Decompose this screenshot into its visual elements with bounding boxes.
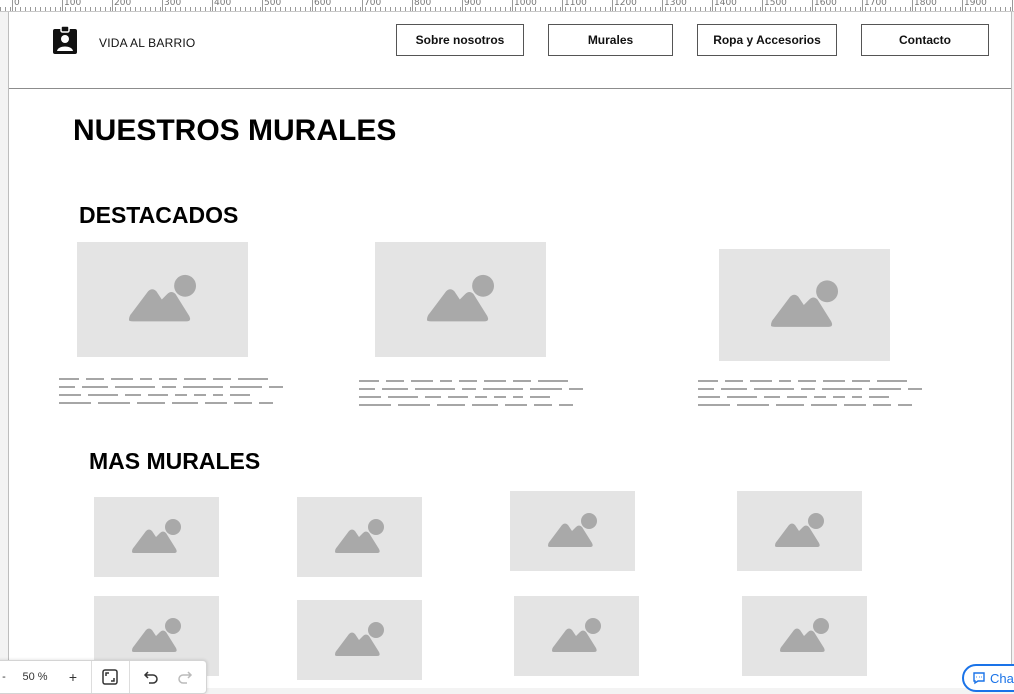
ruler-label: 200 [114,0,132,8]
redo-icon[interactable] [175,665,195,689]
ruler-label: 900 [464,0,482,8]
mural-image[interactable] [510,491,635,571]
ruler-tick [1012,0,1013,11]
image-placeholder-icon [775,513,824,547]
ruler-tick [112,0,113,11]
nav-sobre-nosotros-button[interactable]: Sobre nosotros [396,24,524,56]
canvas-page: VIDA AL BARRIO Sobre nosotros Murales Ro… [8,12,1012,688]
undo-icon[interactable] [141,665,161,689]
ruler-label: 1900 [964,0,987,8]
ruler-label: 600 [314,0,332,8]
image-placeholder-icon [132,519,181,553]
nav-ropa-accesorios-button[interactable]: Ropa y Accesorios [697,24,837,56]
ruler-label: 700 [364,0,382,8]
featured-heading: DESTACADOS [79,202,239,228]
ruler-tick [12,0,13,11]
ruler-label: 0 [14,0,20,8]
ruler-label: 1100 [564,0,587,8]
image-placeholder-icon [335,519,384,553]
more-murals-heading: MAS MURALES [89,448,261,474]
mural-image[interactable] [297,497,422,577]
ruler-label: 1000 [514,0,537,8]
ruler-label: 300 [164,0,182,8]
ruler-label: 100 [64,0,82,8]
fit-screen-icon[interactable] [99,665,121,689]
chat-bubble-icon [973,672,985,685]
ruler-tick [762,0,763,11]
image-placeholder-icon [770,280,839,327]
brand-name[interactable]: VIDA AL BARRIO [99,36,195,50]
ruler-tick [162,0,163,11]
ruler-tick [662,0,663,11]
ruler-label: 1600 [814,0,837,8]
caption-text-placeholder [359,380,596,410]
mural-image[interactable] [297,600,422,680]
page-title: NUESTROS MURALES [73,114,397,147]
image-placeholder-icon [128,274,197,322]
ruler-tick [712,0,713,11]
ruler-tick [612,0,613,11]
caption-text-placeholder [698,380,935,410]
ruler-tick [462,0,463,11]
caption-text-placeholder [59,378,296,408]
ruler-tick [812,0,813,11]
image-placeholder-icon [780,618,829,652]
ruler-label: 1800 [914,0,937,8]
ruler-tick [962,0,963,11]
mural-image[interactable] [737,491,862,571]
nav-contacto-button[interactable]: Contacto [861,24,989,56]
zoom-out-button[interactable]: - [0,665,11,689]
mural-image[interactable] [514,596,639,676]
header-divider [9,88,1011,89]
featured-mural-image[interactable] [77,242,248,357]
ruler-label: 1200 [614,0,637,8]
chat-label: Char [990,670,1014,686]
ruler-tick [212,0,213,11]
nav-murales-button[interactable]: Murales [548,24,673,56]
ruler-tick [362,0,363,11]
ruler-label: 500 [264,0,282,8]
ruler-tick [262,0,263,11]
ruler-label: 800 [414,0,432,8]
zoom-level[interactable]: 50 % [15,665,55,689]
ruler-label: 1700 [864,0,887,8]
ruler-tick [62,0,63,11]
ruler-label: 400 [214,0,232,8]
image-placeholder-icon [426,274,495,322]
ruler-label: 1400 [714,0,737,8]
ruler-tick [862,0,863,11]
mural-image[interactable] [94,497,219,577]
ruler-tick [312,0,313,11]
mural-image[interactable] [742,596,867,676]
ruler-tick [912,0,913,11]
featured-mural-image[interactable] [719,249,890,361]
ruler-tick [562,0,563,11]
badge-person-icon [53,26,77,54]
ruler-label: 1500 [764,0,787,8]
image-placeholder-icon [335,622,384,656]
image-placeholder-icon [548,513,597,547]
ruler: 0 100 200 300 400 500 600 700 800 900 1000 1100 1200… [0,0,1014,12]
ruler-tick [512,0,513,11]
image-placeholder-icon [552,618,601,652]
ruler-label: 1300 [664,0,687,8]
zoom-in-button[interactable]: + [65,665,81,689]
ruler-tick [412,0,413,11]
zoom-toolbar: - 50 % + [0,660,207,694]
featured-mural-image[interactable] [375,242,546,357]
